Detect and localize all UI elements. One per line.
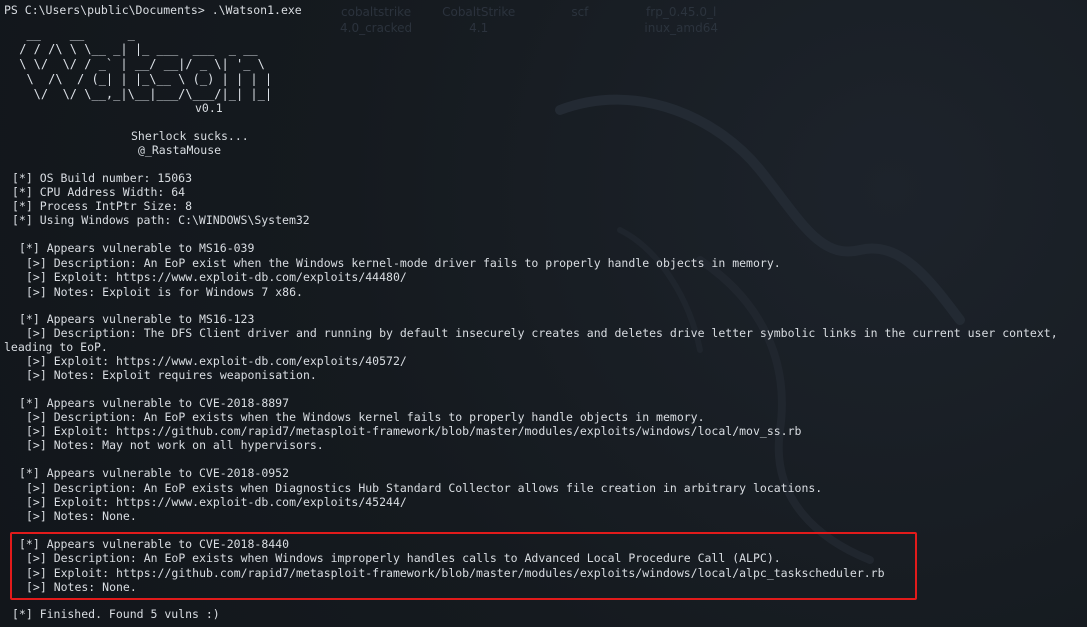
system-info-line: [*] CPU Address Width: 64 <box>12 185 186 199</box>
vuln-detail-line: [>] Description: An EoP exists when the … <box>26 410 705 424</box>
vuln-detail-line: [>] Description: An EoP exists when Diag… <box>26 481 823 495</box>
command-prompt[interactable]: PS C:\Users\public\Documents> .\Watson1.… <box>4 3 302 17</box>
vuln-detail-line: [>] Exploit: https://github.com/rapid7/m… <box>26 424 802 438</box>
vuln-header: [*] Appears vulnerable to CVE-2018-0952 <box>19 466 290 480</box>
system-info-line: [*] OS Build number: 15063 <box>12 171 193 185</box>
vuln-detail-line: [>] Notes: May not work on all hyperviso… <box>26 438 324 452</box>
vuln-detail-line: leading to EoP. <box>4 340 108 354</box>
watson-ascii-banner: __ __ _ / / /\ \ \__ _| |_ ___ ___ _ __ … <box>19 27 273 101</box>
desktop-icon-label: CobaltStrike 4.1 <box>442 5 516 35</box>
vuln-detail-line: [>] Exploit: https://www.exploit-db.com/… <box>26 495 407 509</box>
vuln-detail-line: [>] Description: An EoP exists when Wind… <box>26 551 781 565</box>
system-info-line: [*] Process IntPtr Size: 8 <box>12 199 193 213</box>
vuln-header: [*] Appears vulnerable to CVE-2018-8897 <box>19 396 290 410</box>
author-handle: @_RastaMouse <box>138 143 222 157</box>
vuln-header: [*] Appears vulnerable to MS16-123 <box>19 312 255 326</box>
desktop-icon-label: scf <box>571 5 589 19</box>
vuln-detail-line: [>] Description: An EoP exist when the W… <box>26 256 781 270</box>
system-info-line: [*] Using Windows path: C:\WINDOWS\Syste… <box>12 213 310 227</box>
vuln-detail-line: [>] Notes: Exploit requires weaponisatio… <box>26 368 317 382</box>
vuln-detail-line: [>] Exploit: https://github.com/rapid7/m… <box>26 566 885 580</box>
vuln-detail-line: [>] Exploit: https://www.exploit-db.com/… <box>26 354 407 368</box>
vuln-detail-line: [>] Notes: None. <box>26 509 137 523</box>
version-label: v0.1 <box>195 101 223 115</box>
desktop-icon-label: cobaltstrike 4.0_cracked <box>340 5 413 35</box>
desktop-icon-label: frp_0.45.0_l inux_amd64 <box>644 5 718 35</box>
vuln-detail-line: [>] Description: The DFS Client driver a… <box>26 326 1058 340</box>
vuln-detail-line: [>] Exploit: https://www.exploit-db.com/… <box>26 270 407 284</box>
vuln-detail-line: [>] Notes: Exploit is for Windows 7 x86. <box>26 285 303 299</box>
vuln-header: [*] Appears vulnerable to MS16-039 <box>19 241 255 255</box>
vuln-detail-line: [>] Notes: None. <box>26 580 137 594</box>
vuln-header: [*] Appears vulnerable to CVE-2018-8440 <box>19 537 290 551</box>
finished-summary: [*] Finished. Found 5 vulns :) <box>12 607 220 621</box>
terminal-window[interactable]: cobaltstrike 4.0_cracked CobaltStrike 4.… <box>0 0 1087 627</box>
tagline: Sherlock sucks... <box>131 129 249 143</box>
desktop-icons-background: cobaltstrike 4.0_cracked CobaltStrike 4.… <box>340 4 718 36</box>
